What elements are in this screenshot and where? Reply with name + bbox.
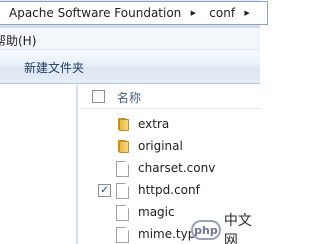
watermark-text: 中文网: [223, 213, 252, 244]
navigation-pane: [0, 85, 78, 244]
menu-bar: 帮助(H): [0, 28, 260, 50]
column-header: 名称: [80, 85, 260, 109]
chevron-right-icon[interactable]: ▶: [187, 2, 199, 24]
row-checkbox[interactable]: ✓: [98, 184, 111, 197]
folder-icon: [116, 117, 132, 132]
file-name: extra: [138, 117, 170, 131]
file-icon: [116, 205, 129, 221]
column-header-name[interactable]: 名称: [117, 89, 141, 106]
watermark: php 中文网: [191, 210, 260, 244]
list-item[interactable]: original: [80, 136, 260, 158]
file-icon: [116, 161, 129, 177]
file-icon: [116, 227, 129, 243]
navigation-pane-divider[interactable]: [76, 85, 78, 244]
php-logo-text: php: [194, 223, 218, 237]
list-item[interactable]: extra: [80, 114, 260, 136]
address-bar: Apache Software Foundation ▶ conf ▶: [0, 0, 268, 28]
select-all-checkbox[interactable]: [92, 90, 105, 103]
chevron-right-icon[interactable]: ▶: [241, 2, 253, 24]
new-folder-button[interactable]: 新建文件夹: [20, 59, 88, 76]
breadcrumb[interactable]: Apache Software Foundation ▶ conf ▶: [0, 1, 268, 25]
file-name: original: [138, 139, 183, 153]
list-item[interactable]: charset.conv: [80, 158, 260, 180]
breadcrumb-item-conf[interactable]: conf: [199, 6, 241, 20]
file-name: magic: [138, 205, 175, 219]
list-item[interactable]: ✓ httpd.conf: [80, 180, 260, 202]
file-icon: [116, 183, 129, 199]
file-name: charset.conv: [138, 161, 216, 175]
command-toolbar: 新建文件夹: [0, 50, 260, 84]
folder-icon: [116, 139, 132, 154]
file-name: httpd.conf: [138, 183, 200, 197]
php-logo: php: [191, 220, 221, 240]
menu-help[interactable]: 帮助(H): [0, 32, 36, 49]
breadcrumb-item-apache[interactable]: Apache Software Foundation: [0, 6, 187, 20]
